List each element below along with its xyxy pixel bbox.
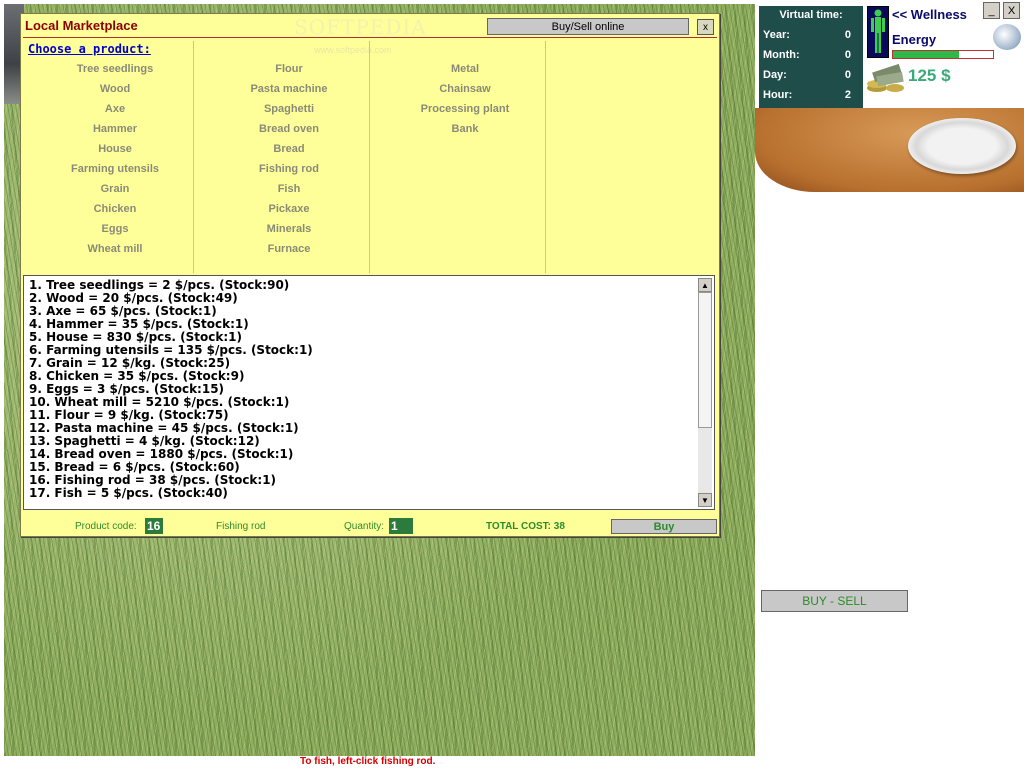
- list-scrollbar[interactable]: ▲ ▼: [698, 278, 712, 507]
- virtual-time-title: Virtual time:: [779, 9, 843, 21]
- energy-bar-fill: [893, 51, 959, 58]
- marketplace-title: Local Marketplace: [25, 18, 138, 33]
- time-row-label: Year:: [763, 29, 790, 41]
- scroll-thumb[interactable]: [698, 292, 712, 428]
- scroll-up-icon[interactable]: ▲: [698, 278, 712, 292]
- buy-button[interactable]: Buy: [611, 519, 717, 534]
- watermark-url: www.softpedia.com: [314, 45, 392, 55]
- product-item[interactable]: Metal: [380, 63, 550, 75]
- product-item[interactable]: Pasta machine: [204, 83, 374, 95]
- product-item[interactable]: Bread: [204, 143, 374, 155]
- product-item[interactable]: Minerals: [204, 223, 374, 235]
- product-item[interactable]: Chicken: [30, 203, 200, 215]
- scroll-down-icon[interactable]: ▼: [698, 493, 712, 507]
- quantity-field[interactable]: 1: [389, 518, 413, 534]
- product-item[interactable]: Tree seedlings: [30, 63, 200, 75]
- product-item[interactable]: Eggs: [30, 223, 200, 235]
- buy-sell-button[interactable]: BUY - SELL: [761, 590, 908, 612]
- time-row-value: 0: [844, 49, 851, 61]
- time-row-label: Day:: [763, 69, 787, 81]
- product-item[interactable]: Wheat mill: [30, 243, 200, 255]
- buy-sell-online-button[interactable]: Buy/Sell online: [487, 18, 689, 35]
- product-item[interactable]: Wood: [30, 83, 200, 95]
- product-item[interactable]: Pickaxe: [204, 203, 374, 215]
- speaker-icon[interactable]: [993, 24, 1021, 50]
- product-code-field[interactable]: 16: [145, 518, 163, 534]
- product-item[interactable]: Chainsaw: [380, 83, 550, 95]
- status-hint: To fish, left-click fishing rod.: [300, 756, 436, 767]
- column-divider: [545, 41, 546, 273]
- marketplace-window: Local Marketplace SOFTPEDIA www.softpedi…: [20, 13, 720, 537]
- time-row-label: Hour:: [763, 89, 793, 101]
- money-coins-icon: [865, 63, 907, 94]
- time-row: Month: 0: [763, 49, 855, 61]
- column-divider: [369, 41, 370, 273]
- product-item[interactable]: Processing plant: [380, 103, 550, 115]
- minimize-button[interactable]: _: [983, 2, 1000, 19]
- product-item[interactable]: Furnace: [204, 243, 374, 255]
- product-item[interactable]: Axe: [30, 103, 200, 115]
- quantity-label: Quantity:: [344, 521, 385, 532]
- title-divider: [23, 37, 717, 38]
- column-divider: [193, 41, 194, 273]
- time-row-value: 2: [844, 89, 851, 101]
- product-item[interactable]: Spaghetti: [204, 103, 374, 115]
- close-button[interactable]: X: [1003, 2, 1020, 19]
- plate-icon[interactable]: [908, 118, 1016, 174]
- product-item[interactable]: Flour: [204, 63, 374, 75]
- selected-product-name: Fishing rod: [216, 521, 266, 532]
- list-item[interactable]: 17. Fish = 5 $/pcs. (Stock:40): [29, 487, 313, 500]
- body-health-icon[interactable]: [867, 6, 889, 58]
- energy-label: Energy: [892, 32, 937, 47]
- product-item[interactable]: Fishing rod: [204, 163, 374, 175]
- product-item[interactable]: Fish: [204, 183, 374, 195]
- time-row: Year: 0: [763, 29, 855, 41]
- total-cost: TOTAL COST: 38: [486, 521, 565, 532]
- wellness-link[interactable]: << Wellness: [892, 7, 967, 22]
- product-item[interactable]: Hammer: [30, 123, 200, 135]
- time-row: Day: 0: [763, 69, 855, 81]
- time-row: Hour: 2: [763, 89, 855, 101]
- product-price-list[interactable]: 1. Tree seedlings = 2 $/pcs. (Stock:90) 2…: [23, 275, 715, 510]
- product-item[interactable]: House: [30, 143, 200, 155]
- order-bar: Product code: 16 Fishing rod Quantity: 1…: [21, 514, 719, 536]
- energy-bar: [892, 50, 994, 59]
- price-list-items: 1. Tree seedlings = 2 $/pcs. (Stock:90) 2…: [29, 279, 313, 500]
- product-item[interactable]: Bread oven: [204, 123, 374, 135]
- product-item[interactable]: Grain: [30, 183, 200, 195]
- choose-product-label: Choose a product:: [28, 42, 151, 56]
- time-row-value: 0: [844, 29, 851, 41]
- product-code-label: Product code:: [75, 521, 137, 532]
- time-row-label: Month:: [763, 49, 800, 61]
- money-amount: 125 $: [908, 66, 951, 85]
- watermark-text: SOFTPEDIA: [294, 15, 427, 39]
- product-item[interactable]: Farming utensils: [30, 163, 200, 175]
- time-row-value: 0: [844, 69, 851, 81]
- product-item[interactable]: Bank: [380, 123, 550, 135]
- close-marketplace-button[interactable]: x: [697, 19, 714, 35]
